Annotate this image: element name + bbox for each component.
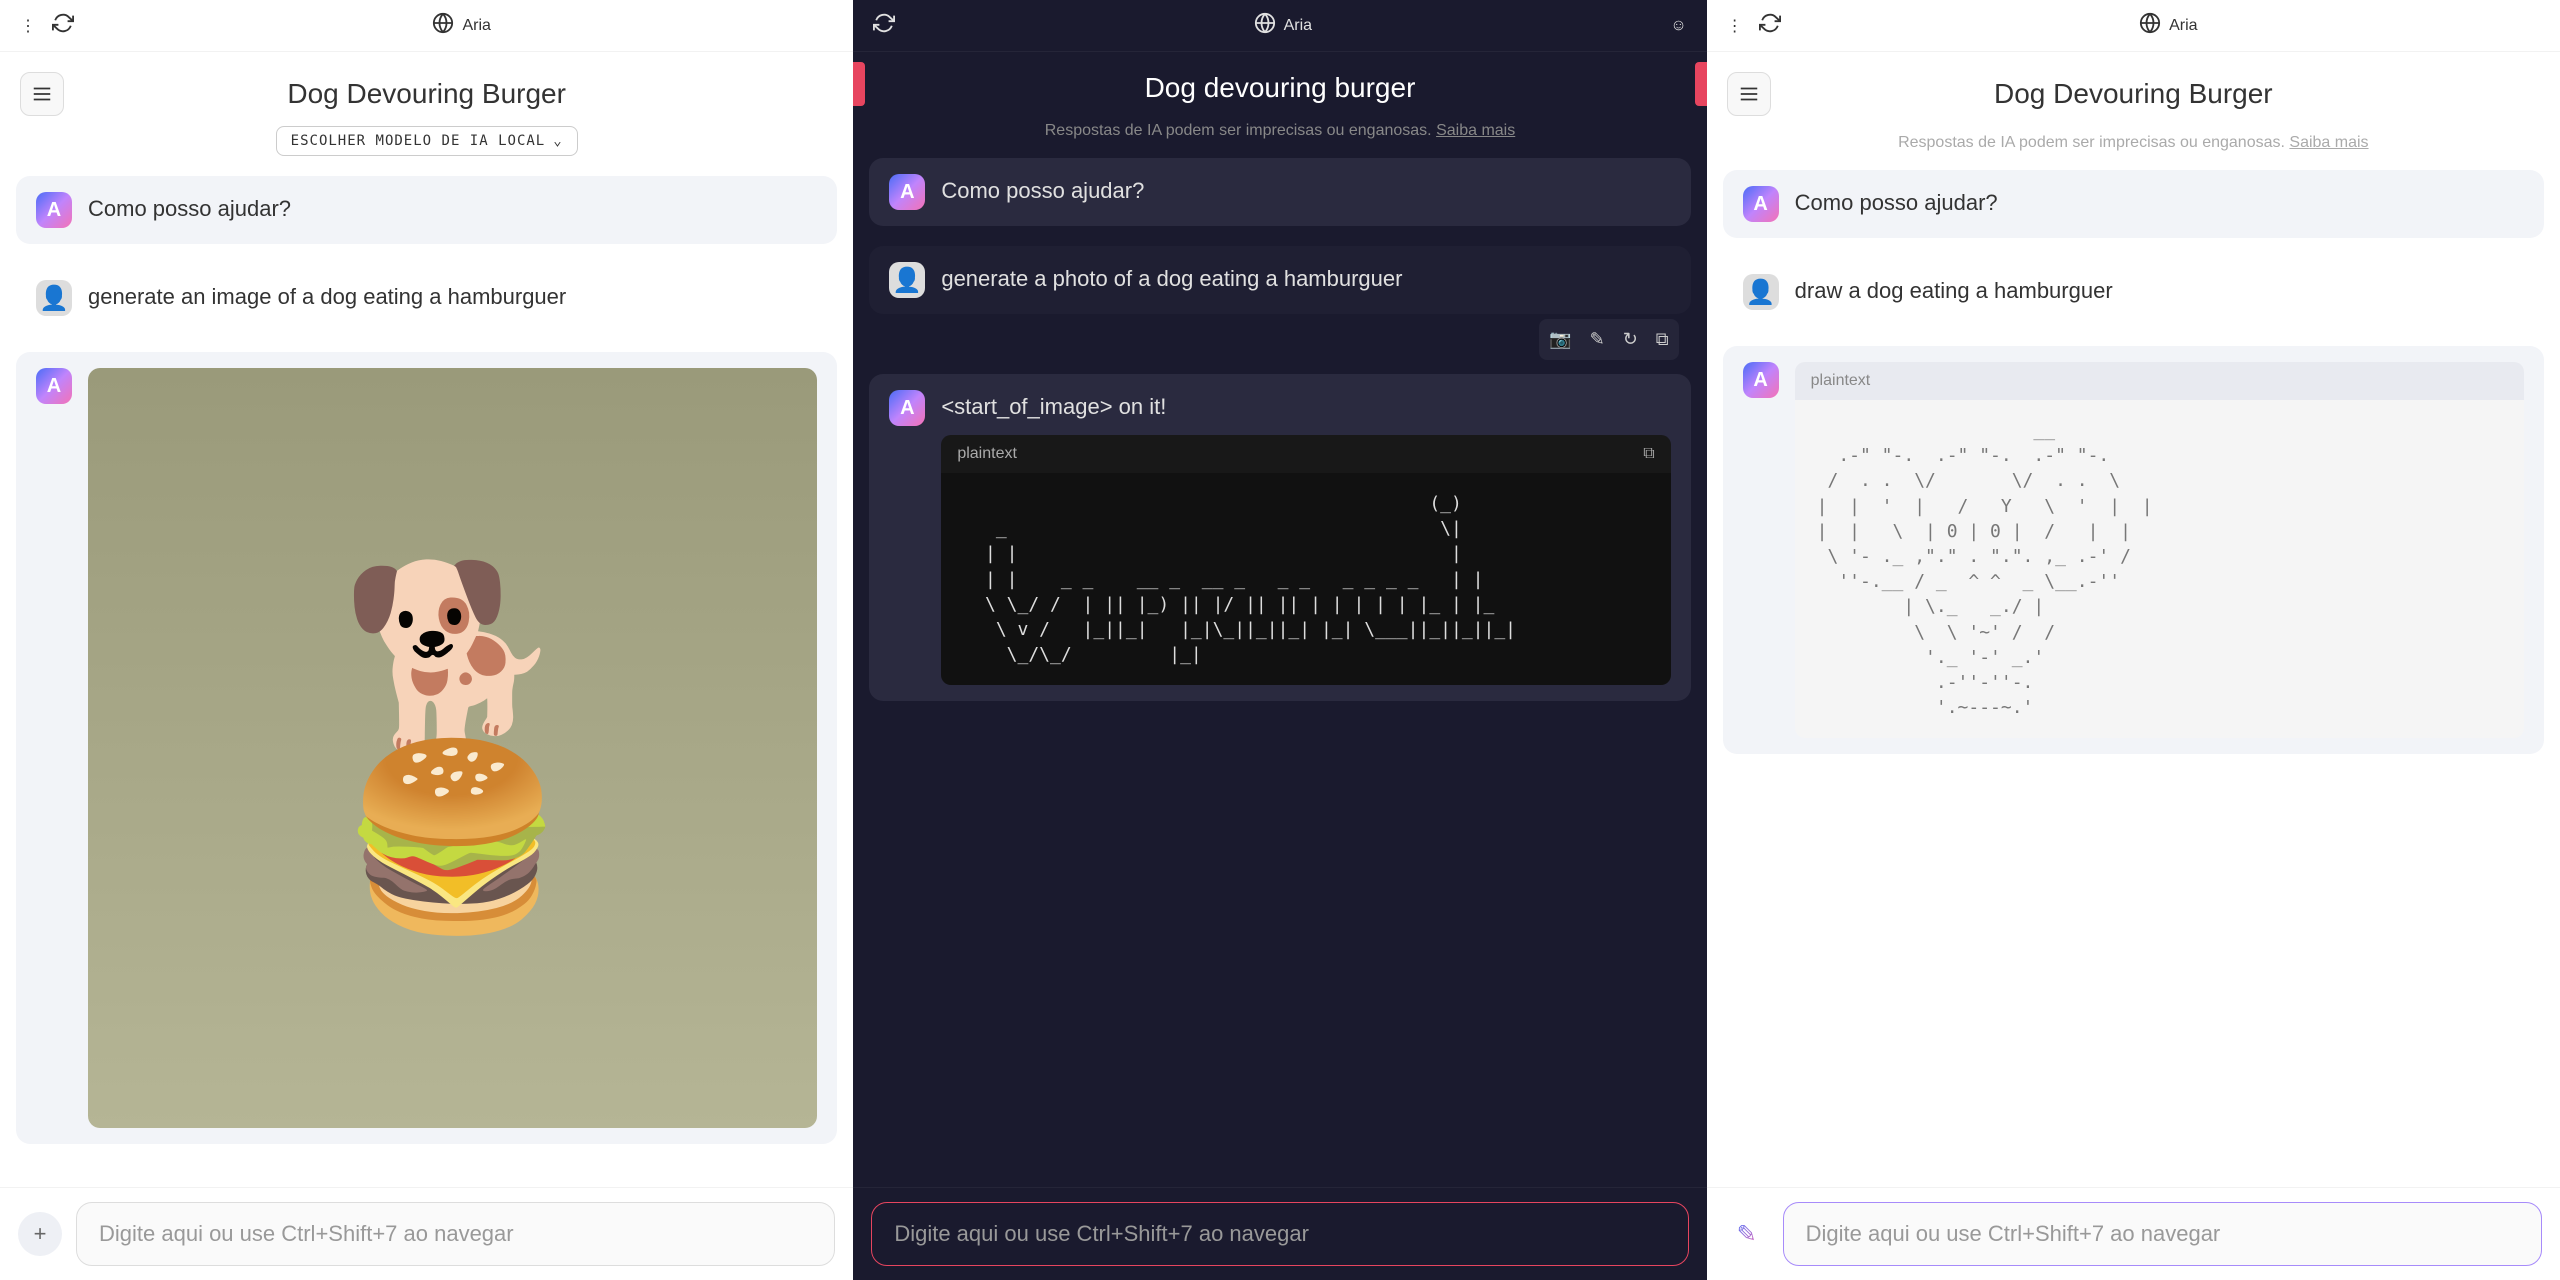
code-language-label: plaintext — [1811, 372, 1871, 390]
aria-avatar-icon: A — [889, 390, 925, 426]
ascii-art-content: __ .-" "-. .-" "-. .-" "-. / . . \/ \/ .… — [1795, 400, 2524, 738]
aria-avatar-icon: A — [889, 174, 925, 210]
chevron-down-icon: ⌄ — [553, 133, 562, 149]
reload-icon[interactable] — [52, 12, 74, 39]
model-selector-label: ESCOLHER MODELO DE IA LOCAL — [291, 133, 546, 149]
more-icon[interactable]: ⋮ — [1727, 16, 1743, 36]
ai-image-message: A — [16, 352, 837, 1144]
ascii-art-content: (_) _ \| | | | | | _ _ __ _ __ _ _ _ _ _… — [941, 473, 1670, 685]
camera-icon[interactable]: 📷 — [1549, 329, 1571, 350]
user-message-text: generate an image of a dog eating a hamb… — [88, 280, 817, 313]
user-avatar-icon — [1743, 274, 1779, 310]
copy-code-icon[interactable]: ⧉ — [1643, 445, 1654, 463]
ai-message: A <start_of_image> on it! plaintext ⧉ (_… — [869, 374, 1690, 701]
more-icon[interactable]: ⋮ — [20, 16, 36, 36]
reload-icon[interactable] — [873, 12, 895, 39]
copy-icon[interactable]: ⧉ — [1656, 329, 1669, 350]
page-title: Dog Devouring Burger — [80, 78, 773, 110]
ai-disclaimer: Respostas de IA podem ser imprecisas ou … — [1707, 126, 2560, 160]
learn-more-link[interactable]: Saiba mais — [1436, 122, 1515, 139]
model-selector[interactable]: ESCOLHER MODELO DE IA LOCAL ⌄ — [276, 126, 578, 156]
code-language-label: plaintext — [957, 445, 1017, 463]
code-block: plaintext ⧉ (_) _ \| | | | | | _ _ — [941, 435, 1670, 685]
page-title: Dog Devouring Burger — [1787, 78, 2480, 110]
ai-disclaimer: Respostas de IA podem ser imprecisas ou … — [853, 114, 1706, 148]
topbar: ⋮ Aria — [0, 0, 853, 52]
add-attachment-button[interactable]: + — [18, 1212, 62, 1256]
regenerate-icon[interactable]: ↻ — [1623, 329, 1638, 350]
aria-brand-label: Aria — [2169, 17, 2197, 35]
ai-message: A Como posso ajudar? — [16, 176, 837, 244]
ai-message: A Como posso ajudar? — [869, 158, 1690, 226]
menu-button[interactable] — [20, 72, 64, 116]
ai-message-text: Como posso ajudar? — [1795, 186, 2524, 219]
aria-avatar-icon: A — [36, 368, 72, 404]
learn-more-link[interactable]: Saiba mais — [2289, 134, 2368, 151]
user-message: generate a photo of a dog eating a hambu… — [869, 246, 1690, 314]
aria-avatar-icon: A — [1743, 186, 1779, 222]
page-title: Dog devouring burger — [873, 72, 1686, 104]
magic-wand-button[interactable]: ✎ — [1725, 1212, 1769, 1256]
code-block: plaintext __ .-" "-. .-" "-. .-" "-. / .… — [1795, 362, 2524, 738]
ai-message: A plaintext __ .-" "-. .-" "-. .-" "-. /… — [1723, 346, 2544, 754]
user-avatar-icon — [889, 262, 925, 298]
generated-dog-image[interactable] — [88, 368, 817, 1128]
chat-input[interactable]: Digite aqui ou use Ctrl+Shift+7 ao naveg… — [1783, 1202, 2542, 1266]
accent-bar-right — [1695, 62, 1707, 106]
edit-icon[interactable]: ✎ — [1590, 329, 1605, 350]
globe-icon — [432, 12, 454, 39]
ai-message: A Como posso ajudar? — [1723, 170, 2544, 238]
user-avatar-icon — [36, 280, 72, 316]
topbar: Aria ☺ — [853, 0, 1706, 52]
aria-avatar-icon: A — [36, 192, 72, 228]
accent-bar-left — [853, 62, 865, 106]
ai-message-text: Como posso ajudar? — [88, 192, 817, 225]
menu-button[interactable] — [1727, 72, 1771, 116]
smile-icon[interactable]: ☺ — [1670, 17, 1686, 35]
globe-icon — [1254, 12, 1276, 39]
topbar: ⋮ Aria — [1707, 0, 2560, 52]
ai-message-text: Como posso ajudar? — [941, 174, 1670, 207]
aria-brand-label: Aria — [462, 17, 490, 35]
user-message-text: draw a dog eating a hamburguer — [1795, 274, 2524, 307]
user-message-text: generate a photo of a dog eating a hambu… — [941, 262, 1670, 295]
aria-brand-label: Aria — [1284, 17, 1312, 35]
globe-icon — [2139, 12, 2161, 39]
chat-input[interactable]: Digite aqui ou use Ctrl+Shift+7 ao naveg… — [871, 1202, 1688, 1266]
chat-input[interactable]: Digite aqui ou use Ctrl+Shift+7 ao naveg… — [76, 1202, 835, 1266]
user-message: generate an image of a dog eating a hamb… — [16, 264, 837, 332]
ai-message-text: <start_of_image> on it! — [941, 390, 1670, 423]
reload-icon[interactable] — [1759, 12, 1781, 39]
user-message: draw a dog eating a hamburguer — [1723, 258, 2544, 326]
aria-avatar-icon: A — [1743, 362, 1779, 398]
